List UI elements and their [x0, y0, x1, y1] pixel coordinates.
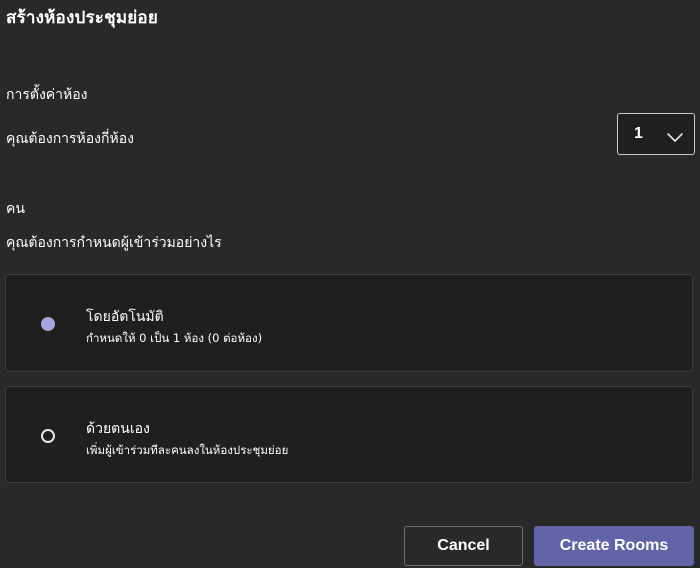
- option-manual[interactable]: ด้วยตนเอง เพิ่มผู้เข้าร่วมทีละคนลงในห้อง…: [5, 386, 693, 483]
- chevron-down-icon: [666, 128, 684, 142]
- dialog-title: สร้างห้องประชุมย่อย: [6, 8, 158, 28]
- rooms-count-label: คุณต้องการห้องกี่ห้อง: [6, 131, 134, 147]
- people-label: คน: [6, 201, 25, 217]
- option-automatic-title: โดยอัตโนมัติ: [86, 309, 164, 325]
- rooms-count-value: 1: [634, 125, 643, 142]
- option-manual-description: เพิ่มผู้เข้าร่วมทีละคนลงในห้องประชุมย่อย: [86, 443, 289, 457]
- option-automatic-description: กำหนดให้ 0 เป็น 1 ห้อง (0 ต่อห้อง): [86, 331, 263, 345]
- assign-method-label: คุณต้องการกำหนดผู้เข้าร่วมอย่างไร: [6, 235, 222, 251]
- rooms-count-dropdown[interactable]: 1: [617, 113, 695, 155]
- cancel-button[interactable]: Cancel: [404, 526, 523, 566]
- option-manual-title: ด้วยตนเอง: [86, 421, 150, 437]
- radio-manual[interactable]: [41, 429, 55, 443]
- option-automatic[interactable]: โดยอัตโนมัติ กำหนดให้ 0 เป็น 1 ห้อง (0 ต…: [5, 274, 693, 372]
- radio-automatic[interactable]: [41, 317, 55, 331]
- create-rooms-button[interactable]: Create Rooms: [534, 526, 694, 566]
- room-settings-heading: การตั้งค่าห้อง: [6, 87, 88, 103]
